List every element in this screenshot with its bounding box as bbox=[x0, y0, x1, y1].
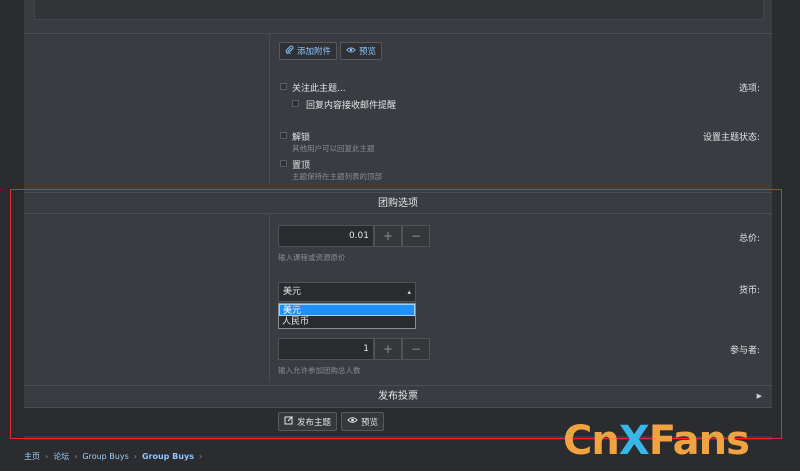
breadcrumb-current[interactable]: Group Buys bbox=[142, 452, 194, 461]
add-attachment-button[interactable]: 添加附件 bbox=[279, 42, 338, 60]
watch-checkbox[interactable] bbox=[280, 83, 287, 90]
options-label: 选项: bbox=[738, 84, 760, 94]
chevron-right-icon: › bbox=[45, 452, 49, 461]
chevron-right-icon: › bbox=[74, 452, 78, 461]
unlock-label: 解锁 bbox=[292, 133, 311, 143]
breadcrumb-group-buys[interactable]: Group Buys bbox=[82, 452, 128, 461]
paperclip-icon bbox=[285, 45, 294, 57]
logo-part: X bbox=[618, 418, 650, 464]
editor-bottom bbox=[34, 0, 764, 20]
chevron-right-icon: › bbox=[133, 452, 137, 461]
highlight-frame bbox=[10, 189, 782, 439]
eye-icon bbox=[346, 46, 356, 57]
chevron-right-icon: › bbox=[198, 452, 203, 461]
preview-label: 预览 bbox=[359, 47, 377, 57]
unlock-checkbox[interactable] bbox=[280, 132, 287, 139]
breadcrumb-home[interactable]: 主页 bbox=[24, 451, 40, 462]
add-attachment-label: 添加附件 bbox=[297, 47, 332, 57]
sticky-hint: 主题保持在主题列表的顶部 bbox=[292, 172, 382, 181]
thread-status-label: 设置主题状态: bbox=[702, 133, 760, 143]
label-column bbox=[24, 34, 270, 184]
breadcrumb-forum[interactable]: 论坛 bbox=[53, 451, 69, 462]
logo-part: Cn bbox=[563, 418, 620, 464]
breadcrumb: 主页 › 论坛 › Group Buys › Group Buys › bbox=[24, 451, 202, 462]
attach-preview-button[interactable]: 预览 bbox=[340, 42, 383, 60]
logo-part: Fans bbox=[648, 418, 750, 464]
email-notify-label: 回复内容接收邮件提醒 bbox=[306, 101, 397, 111]
site-watermark-logo: CnXFans bbox=[563, 418, 750, 464]
unlock-hint: 其他用户可以回复此主题 bbox=[292, 144, 375, 153]
sticky-checkbox[interactable] bbox=[280, 160, 287, 167]
email-notify-checkbox[interactable] bbox=[292, 100, 299, 107]
sticky-label: 置顶 bbox=[292, 161, 311, 171]
watch-label: 关注此主题... bbox=[292, 84, 346, 94]
